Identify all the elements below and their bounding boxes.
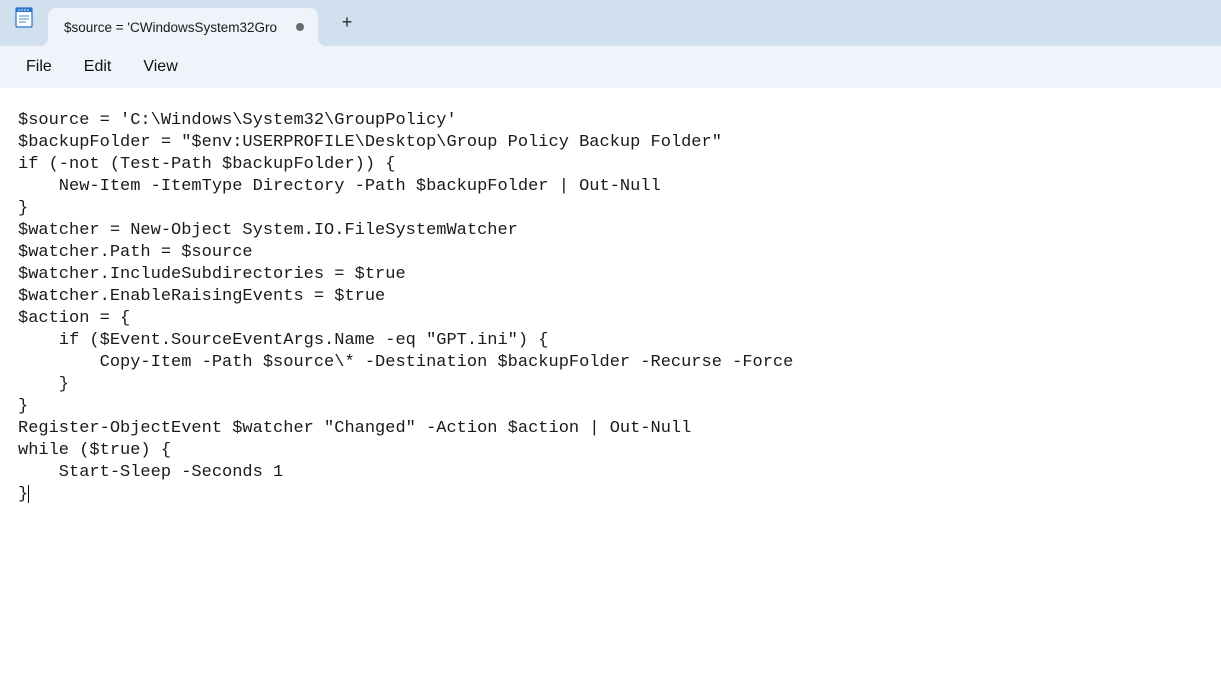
plus-icon: + [342,12,353,33]
new-tab-button[interactable]: + [330,5,364,39]
menu-view[interactable]: View [129,52,191,82]
unsaved-indicator-icon [296,23,304,31]
text-cursor [28,485,29,503]
menu-file[interactable]: File [12,52,66,82]
editor-content: $source = 'C:\Windows\System32\GroupPoli… [18,111,793,504]
tab-title: $source = 'CWindowsSystem32Gro [64,20,296,35]
document-tab[interactable]: $source = 'CWindowsSystem32Gro [48,8,318,46]
text-editor[interactable]: $source = 'C:\Windows\System32\GroupPoli… [0,88,1221,506]
titlebar: $source = 'CWindowsSystem32Gro + [0,0,1221,46]
notepad-app-icon [14,6,34,28]
menu-edit[interactable]: Edit [70,52,126,82]
menubar: File Edit View [0,46,1221,88]
